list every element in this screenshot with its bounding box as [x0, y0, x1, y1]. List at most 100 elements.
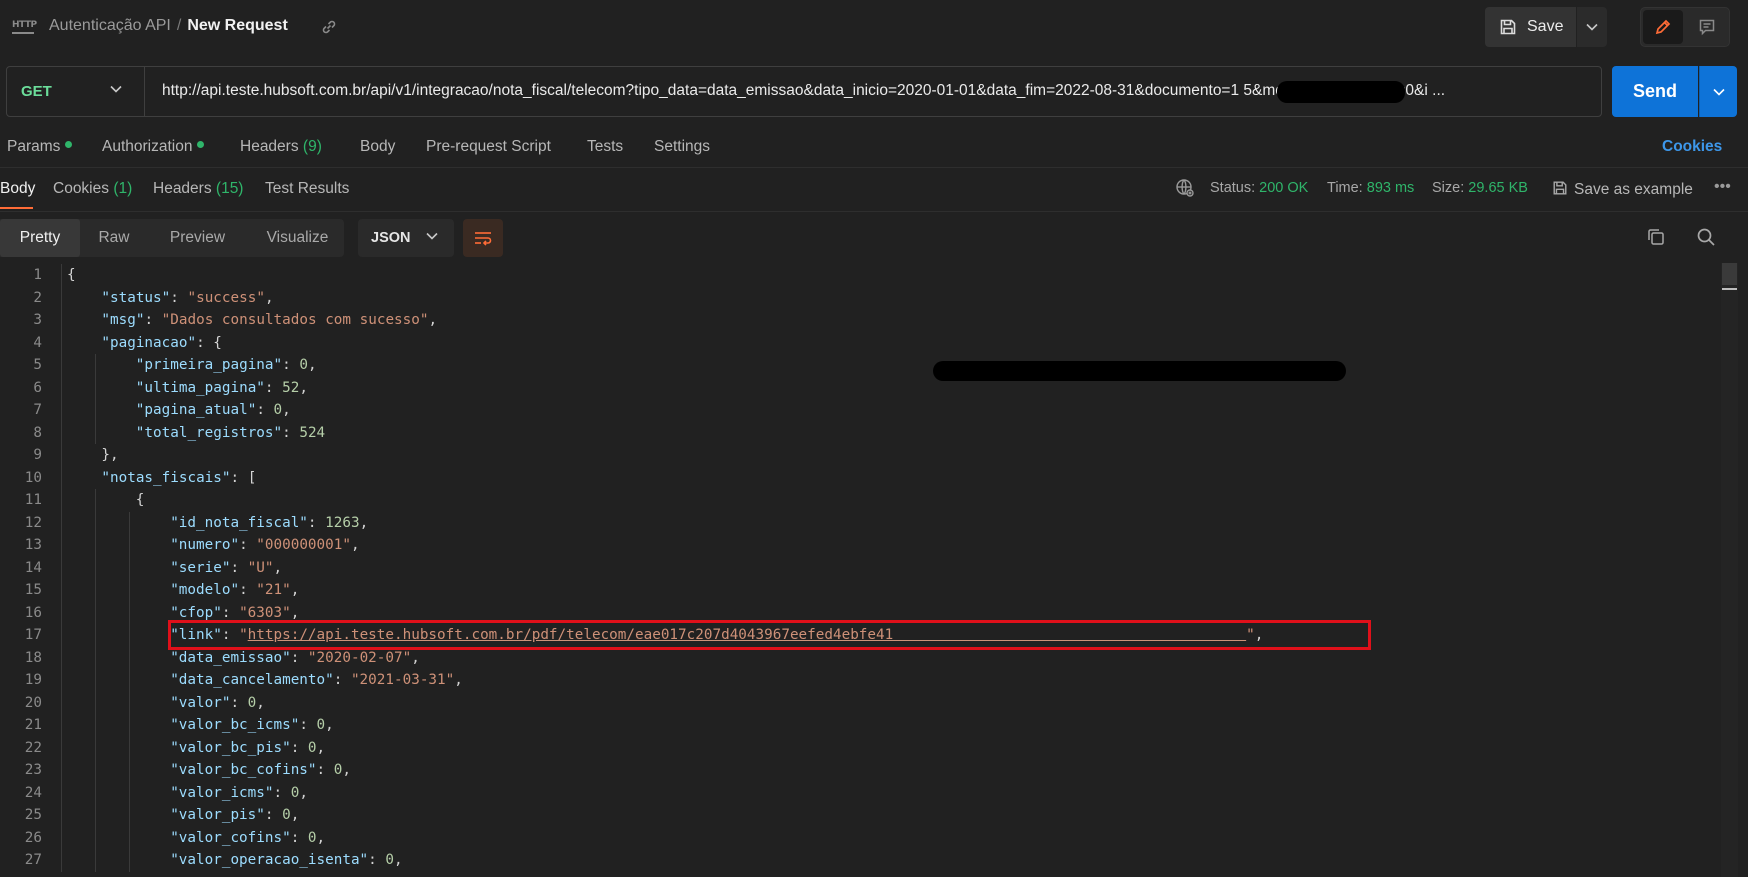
save-button[interactable]: Save [1485, 7, 1576, 47]
code-token: , [307, 357, 317, 373]
code-token: , [342, 762, 351, 778]
pretty-button[interactable]: Pretty [0, 219, 80, 257]
code-line: 13 "numero": "000000001", [0, 534, 1720, 557]
code-content: "valor_bc_cofins": 0, [170, 759, 351, 782]
code-content: "status": "success", [101, 287, 273, 310]
code-token: : [221, 604, 240, 621]
wrap-lines-button[interactable] [463, 219, 503, 257]
line-number: 1 [33, 267, 42, 283]
code-token: 0 [316, 717, 326, 733]
code-content: "data_cancelamento": "2021-03-31", [170, 669, 463, 692]
link-icon[interactable] [320, 18, 338, 36]
tab-authorization[interactable]: Authorization [102, 138, 205, 156]
tab-headers-count: (9) [302, 138, 322, 155]
status-dot-icon [65, 141, 73, 149]
code-token: "data_emissao" [170, 649, 291, 666]
code-token: , [316, 829, 326, 846]
code-line: 25 "valor_pis": 0, [0, 804, 1720, 827]
tab-settings[interactable]: Settings [654, 138, 710, 156]
edit-mode-button[interactable] [1643, 10, 1683, 44]
send-options-button[interactable] [1699, 66, 1737, 117]
code-token: , [299, 379, 308, 396]
preview-button[interactable]: Preview [150, 219, 245, 257]
tab-response-cookies[interactable]: Cookies (1) [53, 180, 132, 198]
language-select[interactable]: JSON [358, 219, 454, 257]
tab-test-results[interactable]: Test Results [265, 180, 349, 198]
save-as-example-label: Save as example [1574, 181, 1693, 198]
time-value: 893 ms [1366, 180, 1415, 196]
code-token: 0 [273, 402, 283, 418]
code-content: "valor_icms": 0, [170, 782, 308, 805]
code-content: "notas_fiscais": [ [101, 467, 256, 490]
response-tabs: Body Cookies (1) Headers (15) Test Resul… [0, 170, 1748, 212]
tab-response-body[interactable]: Body [0, 180, 35, 198]
status-label: Status: [1210, 180, 1256, 196]
documentation-mode-button[interactable] [1687, 10, 1727, 44]
code-line: 1{ [0, 264, 1720, 287]
code-content: }, [101, 444, 118, 467]
code-token: , [359, 514, 369, 531]
code-token: "notas_fiscais" [101, 469, 231, 486]
cookies-link[interactable]: Cookies [1662, 138, 1722, 156]
code-token: : [170, 289, 188, 306]
code-token: "modelo" [170, 582, 240, 598]
code-token: "2020-02-07" [307, 649, 412, 666]
code-content: "primeira_pagina": 0, [136, 354, 317, 377]
code-token: "total_registros" [135, 424, 283, 441]
save-as-example-button[interactable]: Save as example [1552, 180, 1693, 199]
code-token: : [299, 717, 317, 733]
tab-tests[interactable]: Tests [587, 138, 623, 156]
copy-icon[interactable] [1646, 227, 1666, 247]
tab-body[interactable]: Body [360, 138, 395, 156]
method-select[interactable]: GET [7, 67, 145, 116]
save-options-button[interactable] [1577, 7, 1607, 47]
code-line: 14 "serie": "U", [0, 557, 1720, 580]
line-number: 16 [24, 604, 42, 621]
send-button[interactable]: Send [1612, 66, 1698, 117]
scrollbar-thumb[interactable] [1722, 263, 1737, 285]
search-icon[interactable] [1696, 227, 1716, 247]
response-size[interactable]: Size: 29.65 KB [1432, 180, 1528, 196]
code-token: "2021-03-31" [350, 672, 455, 688]
tab-params[interactable]: Params [7, 138, 73, 156]
active-tab-indicator [0, 207, 33, 209]
line-number: 15 [24, 582, 42, 598]
request-name[interactable]: New Request [187, 17, 287, 34]
view-mode-toggle [1640, 7, 1730, 47]
tab-response-headers[interactable]: Headers (15) [153, 180, 243, 198]
code-token: , [454, 672, 463, 688]
code-content: "valor_cofins": 0, [170, 827, 325, 850]
line-number: 25 [24, 807, 42, 823]
line-number: 22 [24, 739, 42, 756]
visualize-button[interactable]: Visualize [250, 219, 345, 257]
redaction-block [933, 361, 1346, 381]
line-number: 10 [24, 469, 42, 486]
code-content: "total_registros": 524 [136, 422, 325, 445]
code-line: 8 "total_registros": 524 [0, 422, 1720, 445]
time-label: Time: [1327, 180, 1363, 196]
code-line: 7 "pagina_atual": 0, [0, 399, 1720, 422]
response-body-editor[interactable]: 1{2 "status": "success", 3 "msg": "Dados co… [0, 263, 1740, 877]
code-token: "valor_bc_icms" [170, 717, 300, 733]
editor-scrollbar[interactable] [1721, 263, 1738, 877]
tab-headers[interactable]: Headers (9) [240, 138, 322, 156]
tab-response-headers-count: (15) [215, 180, 244, 197]
raw-button[interactable]: Raw [84, 219, 144, 257]
code-content: "numero": "000000001", [170, 534, 359, 557]
response-status[interactable]: Status: 200 OK [1210, 180, 1308, 196]
code-line: 23 "valor_bc_cofins": 0, [0, 759, 1720, 782]
code-token: "000000001" [256, 537, 351, 553]
code-line: 2 "status": "success", [0, 287, 1720, 310]
code-token: , [290, 582, 300, 598]
breadcrumb-collection[interactable]: Autenticação API [49, 17, 171, 34]
more-options-icon[interactable]: ••• [1714, 178, 1731, 196]
response-time[interactable]: Time: 893 ms [1327, 180, 1414, 196]
code-token: , [264, 289, 274, 306]
code-token: 0 [385, 852, 394, 868]
code-token: : { [196, 334, 222, 351]
indent-guide [95, 354, 96, 444]
globe-network-icon[interactable] [1175, 178, 1195, 198]
line-number: 21 [24, 717, 42, 733]
tab-pre-request-script[interactable]: Pre-request Script [426, 138, 551, 156]
pencil-icon [1655, 19, 1671, 35]
